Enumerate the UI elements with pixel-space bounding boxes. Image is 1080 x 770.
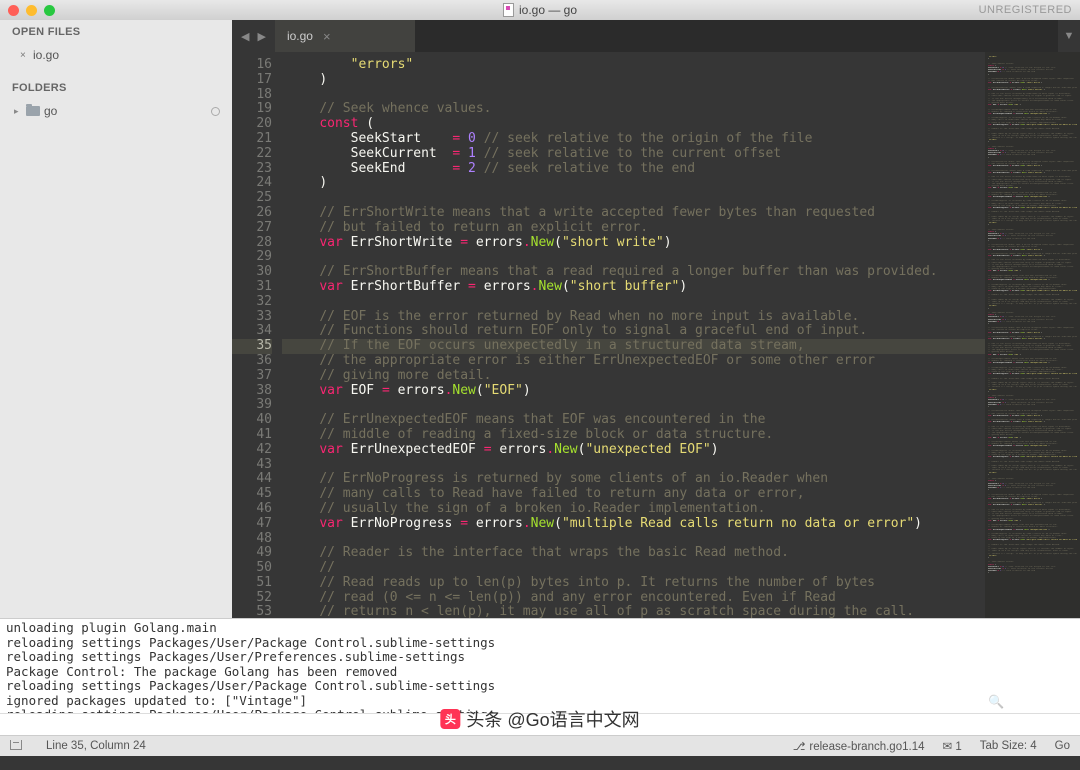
syntax-mode[interactable]: Go xyxy=(1055,740,1070,752)
close-file-icon[interactable]: × xyxy=(20,50,28,61)
code-editor[interactable]: 1617181920212223242526272829303132333435… xyxy=(232,52,1080,618)
console-line: Package Control: The package Golang has … xyxy=(6,665,1074,680)
command-input[interactable] xyxy=(0,713,1080,735)
panel-switcher-icon[interactable] xyxy=(10,740,28,753)
console-line: unloading plugin Golang.main xyxy=(6,621,1074,636)
unregistered-label: UNREGISTERED xyxy=(979,4,1072,16)
minimize-window-button[interactable] xyxy=(26,5,37,16)
folder-icon xyxy=(26,106,40,116)
console-line: ignored packages updated to: ["Vintage"] xyxy=(6,694,1074,709)
file-name: io.go xyxy=(33,48,59,62)
git-branch-icon: ⎇ xyxy=(793,740,806,753)
nav-forward-icon[interactable]: ▶ xyxy=(254,28,268,45)
inbox-indicator[interactable]: ✉ 1 xyxy=(943,739,962,753)
tab-dropdown-icon[interactable]: ▼ xyxy=(1058,20,1080,52)
folder-item[interactable]: ▸ go xyxy=(0,100,232,122)
titlebar: io.go — go UNREGISTERED xyxy=(0,0,1080,20)
status-bar: Line 35, Column 24 ⎇release-branch.go1.1… xyxy=(0,735,1080,756)
chevron-right-icon: ▸ xyxy=(14,106,22,117)
line-number-gutter: 1617181920212223242526272829303132333435… xyxy=(232,52,282,618)
folder-name: go xyxy=(44,104,57,118)
minimap[interactable]: "errors" ) // Seek whence values. const … xyxy=(985,52,1080,618)
console-line: reloading settings Packages/User/Package… xyxy=(6,679,1074,694)
cursor-position[interactable]: Line 35, Column 24 xyxy=(46,740,146,752)
vcs-status-icon xyxy=(211,107,220,116)
maximize-window-button[interactable] xyxy=(44,5,55,16)
close-window-button[interactable] xyxy=(8,5,19,16)
window-title: io.go — go xyxy=(503,3,577,17)
tab-size[interactable]: Tab Size: 4 xyxy=(980,740,1037,752)
nav-back-icon[interactable]: ◀ xyxy=(238,28,252,45)
git-branch[interactable]: ⎇release-branch.go1.14 xyxy=(793,740,925,753)
console-line: reloading settings Packages/User/Prefere… xyxy=(6,650,1074,665)
open-files-header: OPEN FILES xyxy=(0,20,232,44)
tab-io-go[interactable]: io.go × xyxy=(275,20,415,52)
tab-bar: ◀ ▶ io.go × ▼ xyxy=(232,20,1080,52)
close-tab-icon[interactable]: × xyxy=(323,29,331,44)
folders-header: FOLDERS xyxy=(0,76,232,100)
file-icon xyxy=(503,3,514,17)
tab-label: io.go xyxy=(287,29,313,43)
open-file-item[interactable]: × io.go xyxy=(0,44,232,66)
window-title-text: io.go — go xyxy=(519,3,577,17)
sidebar: OPEN FILES × io.go FOLDERS ▸ go xyxy=(0,20,232,618)
console-panel[interactable]: unloading plugin Golang.mainreloading se… xyxy=(0,618,1080,713)
console-line: reloading settings Packages/User/Package… xyxy=(6,636,1074,651)
